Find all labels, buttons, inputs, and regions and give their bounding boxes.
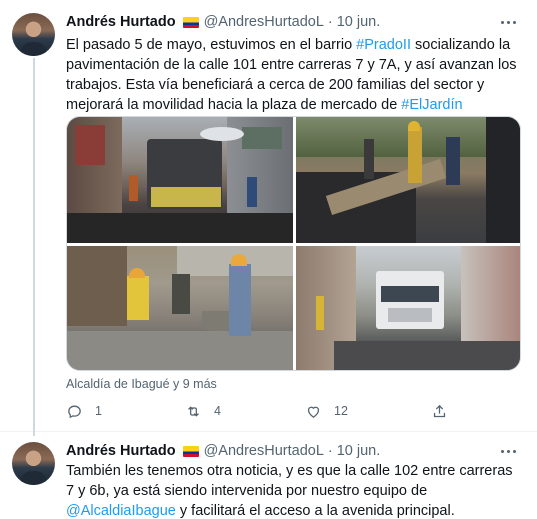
tweet-text: También les tenemos otra noticia, y es q…	[66, 461, 521, 519]
thread-line	[33, 58, 35, 436]
tweet-header: Andrés Hurtado @AndresHurtadoL · 10 jun.	[66, 12, 380, 32]
colombia-flag-icon	[182, 445, 199, 457]
share-button[interactable]	[431, 400, 448, 422]
more-icon[interactable]	[499, 13, 517, 31]
like-count: 12	[334, 404, 348, 418]
media-grid	[66, 116, 521, 371]
author-handle[interactable]: @AndresHurtadoL	[204, 14, 324, 30]
avatar-body	[20, 471, 47, 485]
more-icon[interactable]	[499, 442, 517, 460]
photo-asphalt-worker[interactable]	[296, 117, 520, 243]
author-name[interactable]: Andrés Hurtado	[66, 14, 176, 30]
tagged-users[interactable]: Alcaldía de Ibagué y 9 más	[66, 377, 217, 391]
like-button[interactable]: 12	[305, 400, 348, 422]
like-icon	[307, 406, 320, 418]
retweet-icon	[188, 405, 199, 417]
hashtag-link[interactable]: #ElJardín	[401, 97, 462, 113]
hashtag-link[interactable]: #PradoII	[356, 37, 411, 53]
avatar[interactable]	[12, 13, 55, 56]
reply-button[interactable]: 1	[66, 400, 102, 422]
avatar-body	[20, 42, 47, 56]
mention-link[interactable]: @AlcaldiaIbague	[66, 503, 176, 519]
separator-dot: ·	[327, 14, 333, 30]
photo-wheelbarrow-workers[interactable]	[67, 246, 293, 370]
avatar[interactable]	[12, 442, 55, 485]
photo-paving-machine[interactable]	[67, 117, 293, 243]
tweet-date[interactable]: 10 jun.	[337, 443, 381, 459]
avatar-face	[27, 451, 40, 466]
reply-count: 1	[95, 404, 102, 418]
separator-dot: ·	[327, 443, 333, 459]
photo-street-truck[interactable]	[296, 246, 520, 370]
retweet-count: 4	[214, 404, 221, 418]
avatar-face	[27, 22, 40, 37]
text-segment: También les tenemos otra noticia, y es q…	[66, 463, 513, 499]
tweet-text: El pasado 5 de mayo, estuvimos en el bar…	[66, 35, 521, 115]
share-icon	[433, 404, 446, 417]
action-bar: 1 4 12	[66, 400, 456, 422]
author-name[interactable]: Andrés Hurtado	[66, 443, 176, 459]
retweet-button[interactable]: 4	[185, 400, 221, 422]
tweet-header: Andrés Hurtado @AndresHurtadoL · 10 jun.	[66, 441, 380, 461]
tweet[interactable]: Andrés Hurtado @AndresHurtadoL · 10 jun.…	[0, 0, 537, 436]
author-handle[interactable]: @AndresHurtadoL	[204, 443, 324, 459]
text-segment: El pasado 5 de mayo, estuvimos en el bar…	[66, 37, 357, 53]
colombia-flag-icon	[182, 16, 199, 28]
text-segment: y facilitará el acceso a la avenida prin…	[175, 503, 455, 519]
tweet-date[interactable]: 10 jun.	[337, 14, 381, 30]
reply-icon	[68, 405, 81, 418]
